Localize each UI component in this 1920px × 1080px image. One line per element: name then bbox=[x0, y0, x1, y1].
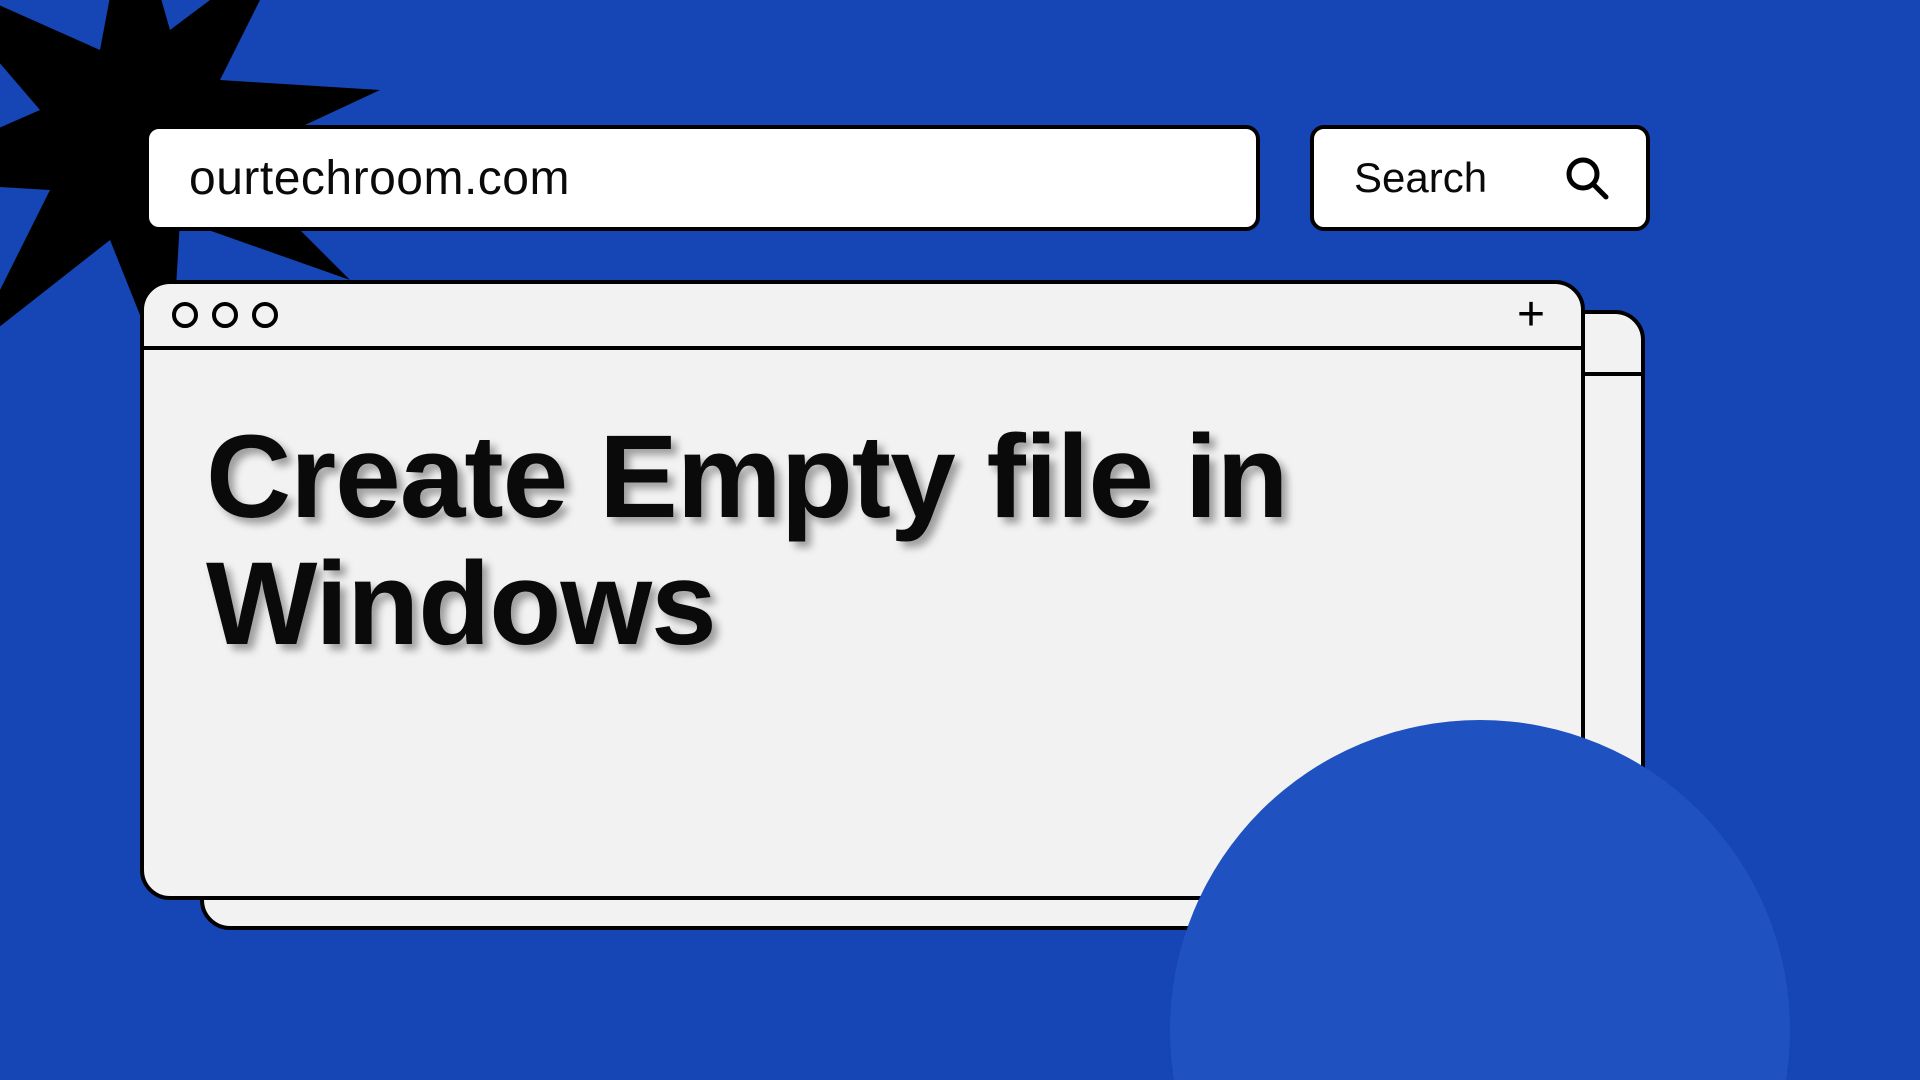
window-control-close[interactable] bbox=[172, 302, 198, 328]
search-bar[interactable]: Search bbox=[1310, 125, 1650, 231]
address-bar[interactable]: ourtechroom.com bbox=[145, 125, 1260, 231]
page-title: Create Empty file in Windows bbox=[206, 414, 1541, 669]
window-control-maximize[interactable] bbox=[252, 302, 278, 328]
window-titlebar: + bbox=[144, 284, 1581, 350]
plus-icon[interactable]: + bbox=[1517, 291, 1545, 339]
address-url: ourtechroom.com bbox=[189, 151, 570, 206]
search-label: Search bbox=[1354, 154, 1487, 202]
window-control-minimize[interactable] bbox=[212, 302, 238, 328]
search-icon bbox=[1564, 155, 1610, 201]
window-controls bbox=[172, 302, 278, 328]
